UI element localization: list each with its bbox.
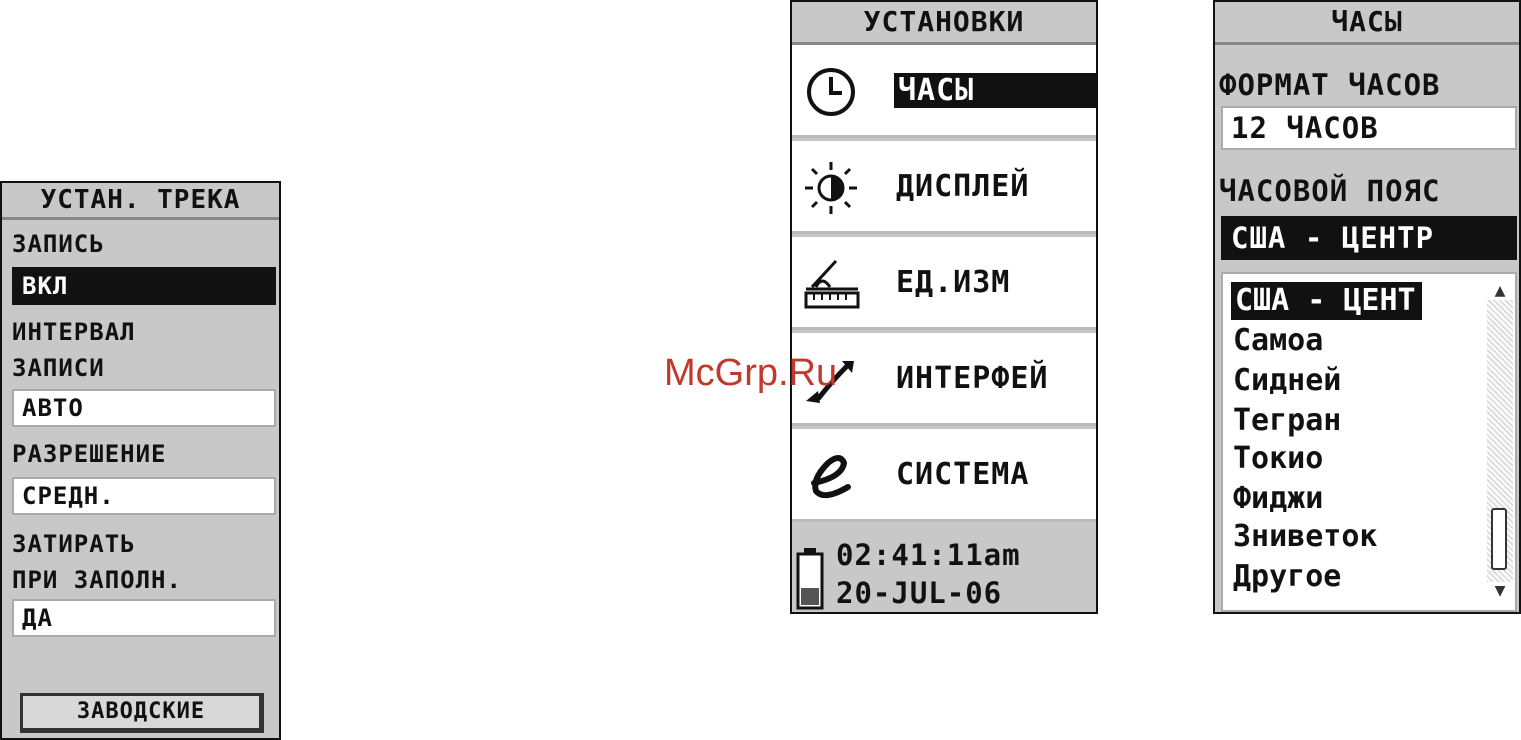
list-scrollbar[interactable]: ▲ ▼ — [1487, 282, 1513, 600]
menu-item-label: СИСТЕМА — [896, 457, 1030, 492]
time-format-label: ФОРМАТ ЧАСОВ — [1219, 68, 1441, 102]
timezone-option[interactable]: Самоа — [1233, 322, 1323, 360]
system-e-icon — [802, 447, 860, 505]
battery-icon — [796, 548, 824, 610]
menu-item-clock[interactable]: ЧАСЫ — [792, 45, 1096, 138]
scroll-up-arrow-icon[interactable]: ▲ — [1487, 282, 1513, 300]
wrap-label-line1: ЗАТИРАТЬ — [12, 530, 136, 558]
record-field[interactable]: ВКЛ — [12, 267, 276, 305]
scroll-thumb[interactable] — [1491, 508, 1507, 570]
menu-item-label: ДИСПЛЕЙ — [896, 169, 1030, 204]
interval-label-line1: ИНТЕРВАЛ — [12, 318, 136, 346]
wrap-field[interactable]: ДА — [12, 599, 276, 637]
menu-item-display[interactable]: ДИСПЛЕЙ — [792, 141, 1096, 234]
ruler-icon — [802, 255, 860, 313]
menu-item-units[interactable]: ЕД.ИЗМ — [792, 237, 1096, 330]
status-time: 02:41:11am — [836, 538, 1021, 572]
clock-screen: ЧАСЫ ФОРМАТ ЧАСОВ 12 ЧАСОВ ЧАСОВОЙ ПОЯС … — [1213, 0, 1521, 614]
track-setup-screen: УСТАН. ТРЕКА ЗАПИСЬ ВКЛ ИНТЕРВАЛ ЗАПИСИ … — [0, 181, 281, 740]
setup-menu-title: УСТАНОВКИ — [792, 2, 1096, 45]
timezone-label: ЧАСОВОЙ ПОЯС — [1219, 174, 1441, 208]
menu-item-interface[interactable]: ИНТЕРФЕЙ — [792, 333, 1096, 426]
wrap-label-line2: ПРИ ЗАПОЛН. — [12, 566, 182, 594]
timezone-option[interactable]: Токио — [1233, 440, 1323, 478]
track-setup-title: УСТАН. ТРЕКА — [2, 183, 279, 220]
menu-item-label: ЧАСЫ — [894, 73, 1096, 108]
timezone-dropdown-list: США - ЦЕНТ Самоа Сидней Тегран Токио Фид… — [1221, 272, 1517, 612]
timezone-option[interactable]: Тегран — [1233, 402, 1341, 440]
defaults-button[interactable]: ЗАВОДСКИЕ — [20, 693, 264, 733]
timezone-option[interactable]: Другое — [1233, 558, 1341, 596]
timezone-field[interactable]: США - ЦЕНТР — [1221, 216, 1517, 260]
brightness-icon — [802, 159, 860, 217]
timezone-option[interactable]: США - ЦЕНТ — [1231, 282, 1422, 320]
timezone-option[interactable]: Сидней — [1233, 362, 1341, 400]
scroll-down-arrow-icon[interactable]: ▼ — [1487, 582, 1513, 600]
interval-label-line2: ЗАПИСИ — [12, 354, 105, 382]
record-label: ЗАПИСЬ — [12, 230, 105, 258]
resolution-field[interactable]: СРЕДН. — [12, 477, 276, 515]
timezone-option[interactable]: Зниветок — [1233, 518, 1378, 556]
watermark: McGrp.Ru — [664, 352, 838, 394]
resolution-label: РАЗРЕШЕНИЕ — [12, 440, 167, 468]
setup-menu-screen: УСТАНОВКИ ЧАСЫ ДИСПЛЕЙ ЕД.ИЗМ ИНТЕРФЕЙ С… — [790, 0, 1098, 614]
timezone-option[interactable]: Фиджи — [1233, 480, 1323, 518]
interval-field[interactable]: АВТО — [12, 389, 276, 427]
menu-item-label: ИНТЕРФЕЙ — [896, 361, 1049, 396]
time-format-field[interactable]: 12 ЧАСОВ — [1221, 106, 1517, 150]
status-bar: 02:41:11am 20-JUL-06 — [792, 528, 1096, 612]
status-date: 20-JUL-06 — [836, 576, 1003, 610]
menu-item-system[interactable]: СИСТЕМА — [792, 429, 1096, 522]
clock-icon — [802, 63, 860, 121]
menu-item-label: ЕД.ИЗМ — [896, 265, 1011, 300]
clock-title: ЧАСЫ — [1215, 2, 1519, 45]
